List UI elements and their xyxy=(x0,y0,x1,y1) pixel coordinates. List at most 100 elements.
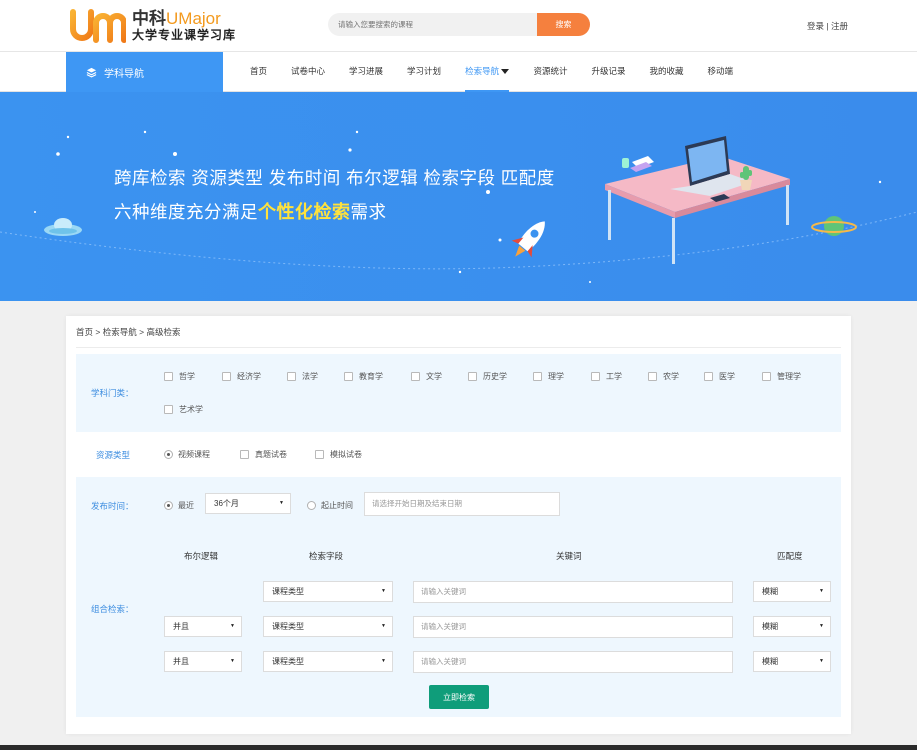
top-header: 中科UMajor 大学专业课学习库 搜索 登录 | 注册 xyxy=(0,0,917,52)
footer-strip xyxy=(0,745,917,750)
advanced-search-panel: 首页 > 检索导航 > 高级检索 学科门类： 哲学 经济学 法学 教育学 文学 … xyxy=(66,316,851,734)
auth-separator: | xyxy=(826,21,829,31)
keyword-input-row1[interactable]: 请输入关键词 xyxy=(413,581,733,603)
resource-type-radio-video[interactable]: 视频课程 xyxy=(164,449,210,460)
radio-checked-icon xyxy=(164,450,173,459)
checkbox-icon xyxy=(315,450,324,459)
breadcrumb-current: 高级检索 xyxy=(146,327,181,337)
match-select-row3[interactable]: 模糊 xyxy=(753,651,831,672)
search-button[interactable]: 搜索 xyxy=(537,13,590,36)
keyword-input-row3[interactable]: 请输入关键词 xyxy=(413,651,733,673)
subject-checkbox[interactable]: 历史学 xyxy=(468,371,507,382)
login-link[interactable]: 登录 xyxy=(807,21,824,31)
checkbox-icon xyxy=(468,372,477,381)
nav-item-home[interactable]: 首页 xyxy=(238,52,279,92)
checkbox-icon xyxy=(648,372,657,381)
resource-type-checkbox-real-exam[interactable]: 真题试卷 xyxy=(240,449,287,460)
bool-select-row2[interactable]: 并且 xyxy=(164,616,242,637)
subject-nav-button[interactable]: 学科导航 xyxy=(66,52,223,92)
breadcrumb-sep: > xyxy=(95,327,101,337)
search-bar: 搜索 xyxy=(328,13,590,36)
um-logo-icon xyxy=(70,9,126,43)
keyword-input-row2[interactable]: 请输入关键词 xyxy=(413,616,733,638)
subject-checkbox[interactable]: 法学 xyxy=(287,371,318,382)
field-select-row3[interactable]: 课程类型 xyxy=(263,651,393,672)
subject-checkbox[interactable]: 医学 xyxy=(704,371,735,382)
search-input[interactable] xyxy=(328,13,537,36)
checkbox-icon xyxy=(164,405,173,414)
subject-checkbox[interactable]: 农学 xyxy=(648,371,679,382)
checkbox-icon xyxy=(762,372,771,381)
bool-select-row3[interactable]: 并且 xyxy=(164,651,242,672)
resource-type-label: 资源类型 xyxy=(96,450,131,460)
nav-item-favorites[interactable]: 我的收藏 xyxy=(637,52,695,92)
desk-laptop-illustration xyxy=(605,136,790,264)
breadcrumb: 首页 > 检索导航 > 高级检索 xyxy=(76,326,180,338)
breadcrumb-divider xyxy=(76,347,841,348)
logo-tagline: 大学专业课学习库 xyxy=(132,27,237,42)
logo-title: 中科UMajor xyxy=(132,8,221,28)
auth-links: 登录 | 注册 xyxy=(807,20,848,32)
checkbox-icon xyxy=(222,372,231,381)
subject-checkbox[interactable]: 文学 xyxy=(411,371,442,382)
layers-icon xyxy=(86,67,97,78)
subject-checkbox[interactable]: 管理学 xyxy=(762,371,801,382)
date-range-input[interactable]: 请选择开始日期及结束日期 xyxy=(364,492,560,516)
logo[interactable]: 中科UMajor 大学专业课学习库 xyxy=(70,9,236,43)
col-header-bool: 布尔逻辑 xyxy=(184,551,219,561)
checkbox-icon xyxy=(533,372,542,381)
publish-time-label: 发布时间： xyxy=(91,501,134,511)
nav-items: 首页 试卷中心 学习进展 学习计划 检索导航 资源统计 升级记录 我的收藏 移动… xyxy=(238,52,745,92)
field-select-row2[interactable]: 课程类型 xyxy=(263,616,393,637)
planet-icon xyxy=(811,216,857,236)
match-select-row1[interactable]: 模糊 xyxy=(753,581,831,602)
submit-search-button[interactable]: 立即检索 xyxy=(429,685,489,709)
ufo-icon xyxy=(44,218,82,236)
resource-type-checkbox-mock-exam[interactable]: 模拟试卷 xyxy=(315,449,362,460)
checkbox-icon xyxy=(411,372,420,381)
match-select-row2[interactable]: 模糊 xyxy=(753,616,831,637)
nav-item-progress[interactable]: 学习进展 xyxy=(337,52,395,92)
register-link[interactable]: 注册 xyxy=(831,21,848,31)
subject-checkbox[interactable]: 哲学 xyxy=(164,371,195,382)
publish-recent-radio[interactable]: 最近 xyxy=(164,500,194,511)
subject-checkbox[interactable]: 工学 xyxy=(591,371,622,382)
checkbox-icon xyxy=(240,450,249,459)
recent-months-select[interactable]: 36个月 xyxy=(205,493,291,514)
nav-item-upgrades[interactable]: 升级记录 xyxy=(579,52,637,92)
subject-checkbox[interactable]: 经济学 xyxy=(222,371,261,382)
subject-label: 学科门类： xyxy=(91,388,134,398)
breadcrumb-home[interactable]: 首页 xyxy=(76,327,93,337)
subject-nav-label: 学科导航 xyxy=(104,68,144,80)
nav-item-plan[interactable]: 学习计划 xyxy=(395,52,453,92)
subject-checkbox[interactable]: 艺术学 xyxy=(164,404,203,415)
radio-unchecked-icon xyxy=(307,501,316,510)
col-header-field: 检索字段 xyxy=(309,551,344,561)
col-header-keyword: 关键词 xyxy=(556,551,582,561)
nav-item-mobile[interactable]: 移动端 xyxy=(696,52,746,92)
breadcrumb-sep: > xyxy=(139,327,145,337)
main-nav: 学科导航 首页 试卷中心 学习进展 学习计划 检索导航 资源统计 升级记录 我的… xyxy=(0,52,917,92)
checkbox-icon xyxy=(287,372,296,381)
checkbox-icon xyxy=(344,372,353,381)
publish-range-radio[interactable]: 起止时间 xyxy=(307,500,353,511)
rocket-icon xyxy=(511,221,545,258)
radio-checked-icon xyxy=(164,501,173,510)
col-header-match: 匹配度 xyxy=(777,551,803,561)
banner-headline: 跨库检索 资源类型 发布时间 布尔逻辑 检索字段 匹配度 xyxy=(114,168,555,188)
nav-item-search-nav[interactable]: 检索导航 xyxy=(453,52,521,92)
subject-checkbox[interactable]: 理学 xyxy=(533,371,564,382)
combined-search-label: 组合检索： xyxy=(91,604,134,614)
subject-checkbox[interactable]: 教育学 xyxy=(344,371,383,382)
subject-filter-section: 学科门类： 哲学 经济学 法学 教育学 文学 历史学 理学 工学 农学 医学 管… xyxy=(76,354,841,432)
field-select-row1[interactable]: 课程类型 xyxy=(263,581,393,602)
caret-down-icon xyxy=(501,68,510,74)
breadcrumb-search-nav[interactable]: 检索导航 xyxy=(103,327,137,337)
banner-subheadline: 六种维度充分满足个性化检索需求 xyxy=(114,202,387,222)
nav-item-exams[interactable]: 试卷中心 xyxy=(279,52,337,92)
hero-banner: 跨库检索 资源类型 发布时间 布尔逻辑 检索字段 匹配度 六种维度充分满足个性化… xyxy=(0,92,917,301)
banner-highlight: 个性化检索 xyxy=(258,202,351,222)
checkbox-icon xyxy=(591,372,600,381)
checkbox-icon xyxy=(164,372,173,381)
nav-item-stats[interactable]: 资源统计 xyxy=(521,52,579,92)
